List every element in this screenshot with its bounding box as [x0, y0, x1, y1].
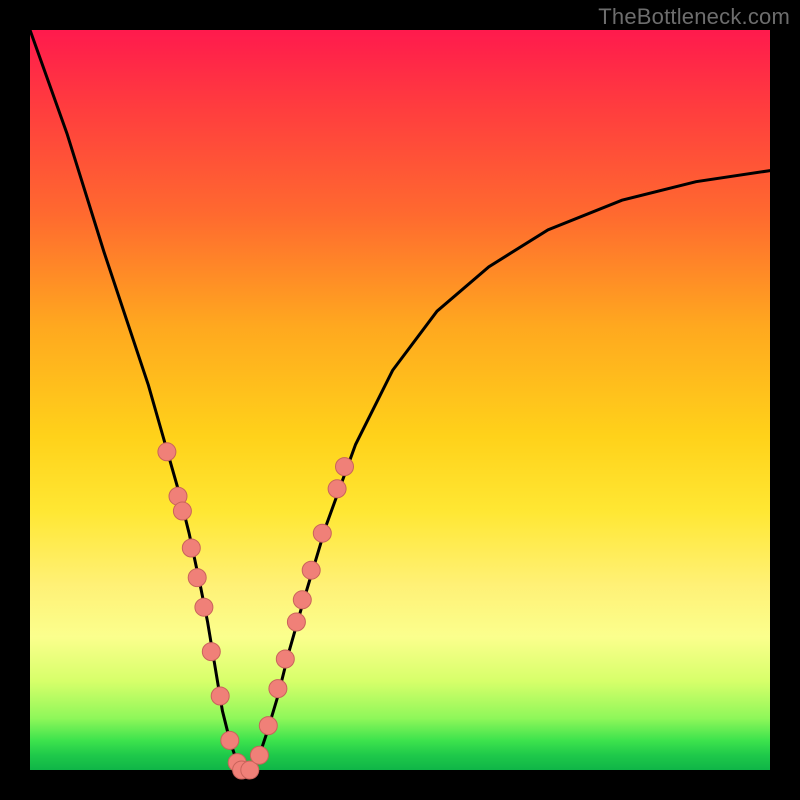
bottleneck-curve	[30, 30, 770, 770]
marker-point	[202, 643, 220, 661]
marker-point	[195, 598, 213, 616]
marker-point	[211, 687, 229, 705]
chart-frame: TheBottleneck.com	[0, 0, 800, 800]
marker-point	[182, 539, 200, 557]
marker-point	[259, 717, 277, 735]
marker-point	[293, 591, 311, 609]
curve-group	[30, 30, 770, 770]
chart-svg	[30, 30, 770, 770]
marker-point	[269, 680, 287, 698]
marker-point	[188, 569, 206, 587]
marker-point	[158, 443, 176, 461]
marker-point	[173, 502, 191, 520]
marker-point	[287, 613, 305, 631]
marker-point	[221, 731, 239, 749]
marker-point	[328, 480, 346, 498]
marker-point	[276, 650, 294, 668]
marker-group	[158, 443, 354, 779]
marker-point	[302, 561, 320, 579]
watermark-label: TheBottleneck.com	[598, 4, 790, 30]
marker-point	[336, 458, 354, 476]
marker-point	[250, 746, 268, 764]
marker-point	[313, 524, 331, 542]
